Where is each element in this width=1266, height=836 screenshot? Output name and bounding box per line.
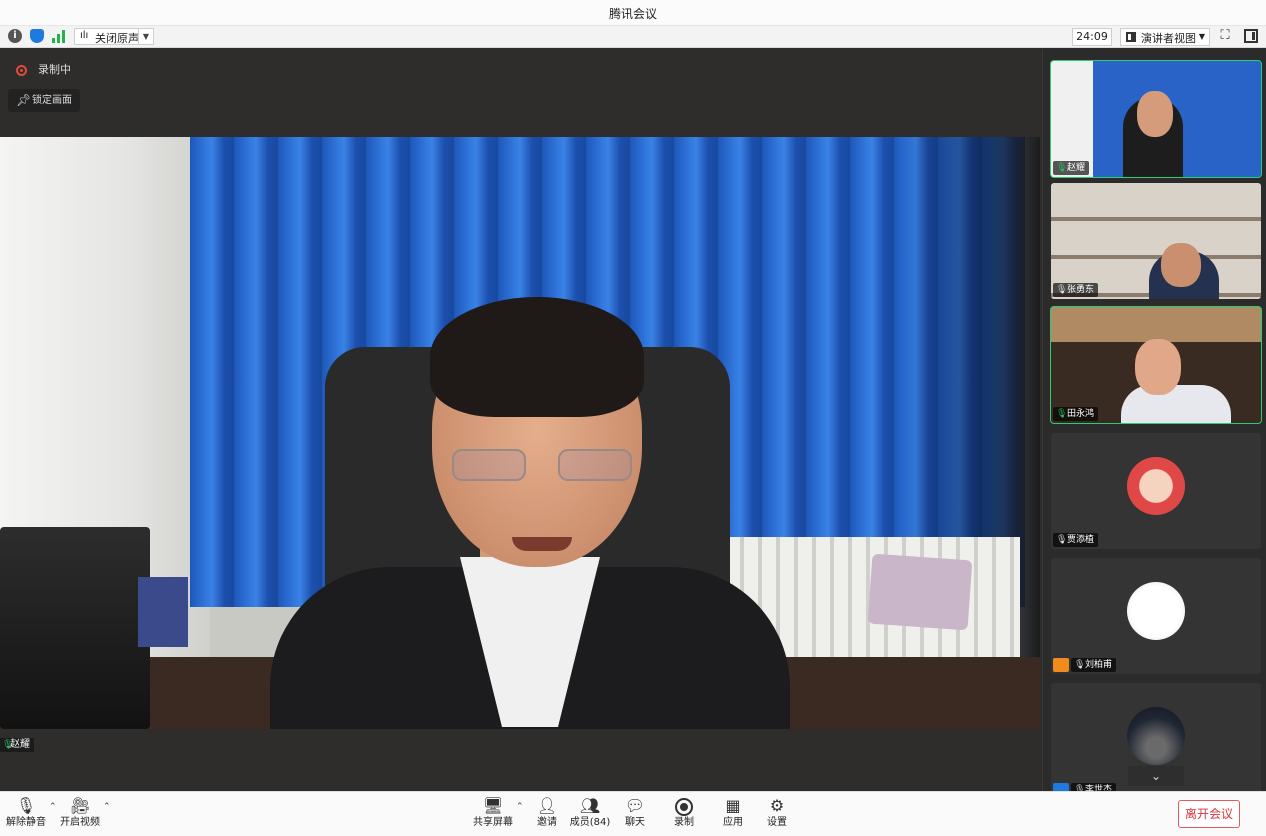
- record-button[interactable]: 录制: [660, 796, 708, 834]
- participant-name: 张勇东: [1067, 285, 1095, 295]
- lock-view-label: 锁定画面: [32, 95, 72, 106]
- mic-on-icon: 🎙︎: [1056, 163, 1068, 173]
- members-icon: 👥︎: [579, 796, 601, 815]
- sound-wave-icon: ılı: [80, 30, 89, 41]
- chat-icon: 💬︎: [624, 796, 646, 815]
- view-mode-select[interactable]: 演讲者视图 ▼: [1120, 28, 1210, 46]
- host-badge-icon: [1053, 658, 1069, 672]
- main-stage: 录制中 📌︎ 锁定画面 🎙︎ 赵耀: [0, 49, 1042, 791]
- participant-name-tag: 🎙︎ 张勇东: [1053, 283, 1099, 297]
- security-shield-icon[interactable]: [30, 29, 44, 43]
- mic-on-icon: 🎙︎: [2, 740, 14, 750]
- start-video-button[interactable]: 🎥︎ 开启视频: [56, 796, 104, 834]
- chat-label: 聊天: [625, 817, 645, 828]
- video-options-caret-icon[interactable]: ⌃: [103, 802, 111, 812]
- view-mode-label: 演讲者视图: [1141, 32, 1196, 45]
- participant-avatar: [1127, 457, 1185, 515]
- participant-gallery: 🎙︎ 赵耀 🎙︎ 张勇东 🎙︎ 田永鸿 🎙︎ 贾添植 🎙︎ 刘柏甫 🎙︎ 李世杰: [1042, 49, 1266, 799]
- participant-name: 田永鸿: [1067, 409, 1095, 419]
- title-bar: 腾讯会议: [0, 0, 1266, 26]
- share-screen-icon: 🖥︎: [482, 796, 504, 815]
- participant-tile[interactable]: 🎙︎ 贾添植: [1051, 433, 1261, 549]
- original-sound-dropdown[interactable]: ▼: [138, 28, 154, 45]
- participant-name-tag: 🎙︎ 贾添植: [1053, 533, 1099, 547]
- video-off-icon: 🎥︎: [69, 796, 91, 815]
- record-label: 录制: [674, 817, 694, 828]
- participant-name: 贾添植: [1067, 535, 1095, 545]
- gallery-scroll-down-icon[interactable]: ⌄: [1128, 766, 1184, 786]
- apps-grid-icon: ▦: [725, 796, 741, 815]
- mic-off-icon: 🎙︎: [1056, 535, 1068, 545]
- bottom-toolbar: 🎙︎ 解除静音 ⌃ 🎥︎ 开启视频 ⌃ 🖥︎ 共享屏幕 ⌃ 👤︎ 邀请 👥︎ 成…: [0, 791, 1266, 836]
- recording-label: 录制中: [38, 63, 71, 76]
- leave-meeting-button[interactable]: 离开会议: [1178, 800, 1240, 828]
- top-toolbar: i ılı 关闭原声 ▼ 24:09 演讲者视图 ▼ ⛶: [0, 26, 1266, 48]
- video-towel: [867, 553, 973, 631]
- invite-label: 邀请: [537, 817, 557, 828]
- share-screen-button[interactable]: 🖥︎ 共享屏幕: [469, 796, 517, 834]
- speaker-name-tag: 🎙︎ 赵耀: [0, 738, 34, 752]
- tile-face: [1161, 243, 1201, 287]
- participant-name: 赵耀: [1067, 163, 1086, 173]
- info-icon[interactable]: i: [8, 29, 22, 43]
- participant-name-tag: 🎙︎ 赵耀: [1053, 161, 1090, 175]
- tile-person: [1121, 385, 1231, 423]
- participant-tile[interactable]: 🎙︎ 田永鸿: [1050, 306, 1262, 424]
- apps-button[interactable]: ▦ 应用: [709, 796, 757, 834]
- lock-view-button[interactable]: 📌︎ 锁定画面: [8, 89, 80, 112]
- tile-face: [1137, 91, 1173, 137]
- mic-off-icon: 🎙︎: [1056, 285, 1068, 295]
- participant-avatar: [1127, 707, 1185, 765]
- gear-icon: ⚙︎: [769, 796, 785, 815]
- pin-icon: 📌︎: [16, 93, 32, 107]
- members-button[interactable]: 👥︎ 成员(84): [566, 796, 614, 834]
- meeting-window: 腾讯会议 i ılı 关闭原声 ▼ 24:09 演讲者视图 ▼ ⛶ 录制中 📌︎…: [0, 0, 1266, 836]
- participant-tile[interactable]: 🎙︎ 张勇东: [1051, 183, 1261, 299]
- window-title: 腾讯会议: [608, 7, 657, 21]
- add-person-icon: 👤︎: [536, 796, 558, 815]
- recording-indicator: 录制中: [14, 61, 71, 79]
- chevron-down-icon: ▼: [1198, 32, 1205, 41]
- network-signal-icon[interactable]: [52, 29, 68, 43]
- share-screen-label: 共享屏幕: [473, 817, 513, 828]
- participant-tile[interactable]: 🎙︎ 赵耀: [1050, 60, 1262, 178]
- participant-tile[interactable]: 🎙︎ 刘柏甫: [1051, 558, 1261, 674]
- unmute-label: 解除静音: [6, 817, 46, 828]
- video-speaker-glasses: [452, 449, 632, 481]
- unmute-button[interactable]: 🎙︎ 解除静音: [2, 796, 50, 834]
- apps-label: 应用: [723, 817, 743, 828]
- original-sound-label: 关闭原声: [95, 32, 139, 45]
- video-speaker-hair: [430, 297, 644, 417]
- meeting-timer: 24:09: [1072, 28, 1112, 46]
- participant-avatar: [1127, 582, 1185, 640]
- recording-dot-icon: [16, 65, 27, 76]
- speaker-view-icon: [1126, 32, 1136, 42]
- participant-name-tag: 🎙︎ 刘柏甫: [1071, 658, 1117, 672]
- participant-name-tag: 🎙︎ 田永鸿: [1053, 407, 1099, 421]
- members-label: 成员(84): [569, 817, 611, 828]
- chat-button[interactable]: 💬︎ 聊天: [611, 796, 659, 834]
- original-sound-toggle[interactable]: ılı 关闭原声: [74, 28, 146, 45]
- mic-off-icon: 🎙︎: [1074, 660, 1086, 670]
- video-speaker-mouth: [512, 537, 572, 551]
- fullscreen-icon[interactable]: ⛶: [1218, 29, 1232, 43]
- settings-button[interactable]: ⚙︎ 设置: [753, 796, 801, 834]
- start-video-label: 开启视频: [60, 817, 100, 828]
- mic-muted-icon: 🎙︎: [15, 796, 37, 815]
- invite-button[interactable]: 👤︎ 邀请: [523, 796, 571, 834]
- side-panel-toggle-icon[interactable]: [1244, 29, 1258, 43]
- mic-on-icon: 🎙︎: [1056, 409, 1068, 419]
- speaker-video[interactable]: [0, 137, 1040, 729]
- participant-name: 刘柏甫: [1085, 660, 1113, 670]
- video-printer: [0, 527, 150, 729]
- record-icon: [660, 796, 708, 816]
- tile-face: [1135, 339, 1181, 395]
- settings-label: 设置: [767, 817, 787, 828]
- video-book: [138, 577, 188, 647]
